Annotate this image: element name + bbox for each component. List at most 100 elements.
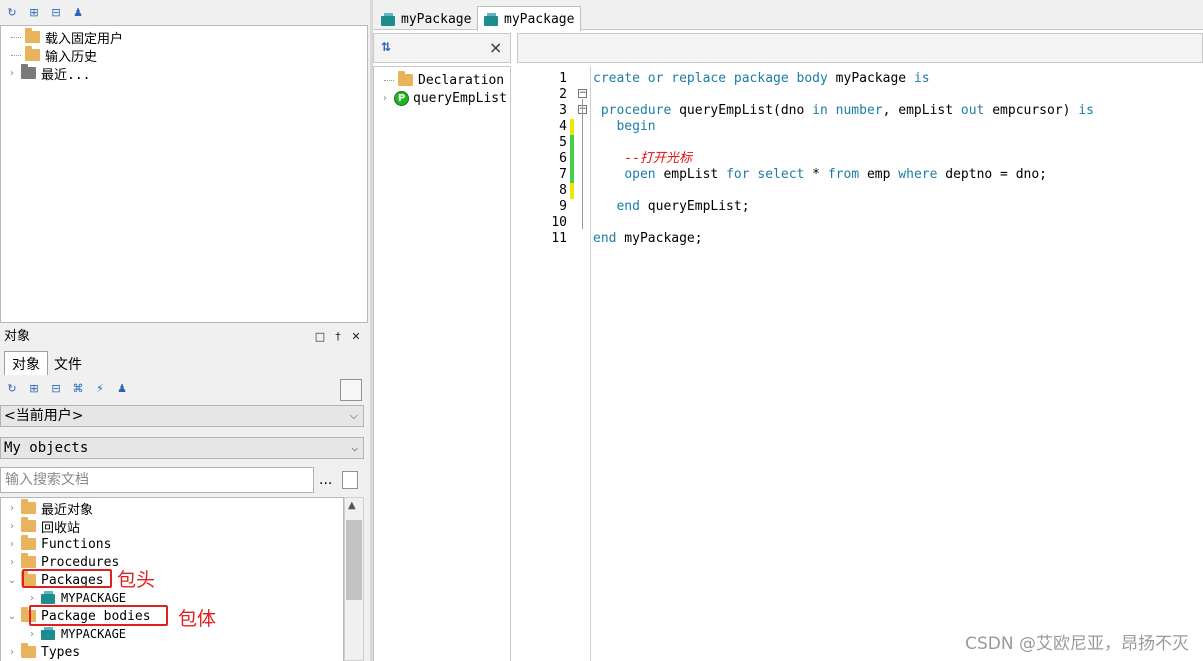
history-toolbar: ↻ ⊞ ⊟ ♟ — [0, 2, 370, 22]
objects-toolbar: ↻ ⊞ ⊟ ⌘ ⚡ ♟ — [0, 378, 370, 398]
folder-icon — [25, 46, 40, 61]
refresh-icon[interactable]: ↻ — [4, 380, 20, 396]
chevron-right-icon[interactable]: › — [7, 539, 17, 550]
highlight-box-package-bodies — [29, 605, 168, 626]
line-number: 2 — [559, 87, 567, 102]
tab-objects[interactable]: 对象 — [4, 351, 48, 375]
watermark: CSDN @艾欧尼亚，昂扬不灭 — [965, 634, 1189, 654]
package-icon — [381, 13, 397, 26]
compile-icon[interactable]: ⚡ — [92, 380, 108, 396]
folder-icon — [25, 28, 40, 43]
line-number: 6 — [559, 151, 567, 166]
user-icon[interactable]: ♟ — [114, 380, 130, 396]
tree-item-functions[interactable]: › Functions — [7, 535, 111, 553]
code-line-11: end myPackage; — [593, 231, 703, 246]
folder-icon — [21, 499, 36, 514]
maximize-icon[interactable]: □ — [314, 330, 326, 343]
search-input[interactable] — [0, 467, 314, 493]
search-more-button[interactable]: ... — [319, 472, 332, 488]
chevron-right-icon[interactable]: › — [27, 629, 37, 640]
line-number: 10 — [551, 215, 567, 230]
tree-item-fixed-users[interactable]: 载入固定用户 — [11, 28, 123, 47]
chevron-down-icon[interactable]: ⌄ — [7, 575, 17, 586]
code-line-6: --打开光标 — [624, 151, 692, 166]
tree-item-package-body[interactable]: › MYPACKAGE — [27, 625, 126, 643]
fold-toggle-icon[interactable]: − — [578, 89, 587, 98]
close-icon[interactable]: ✕ — [350, 330, 362, 343]
line-number: 8 — [559, 183, 567, 198]
tab-package-body[interactable]: myPackage — [477, 6, 582, 31]
code-line-1: create or replace package body myPackage… — [593, 71, 930, 86]
filter-select[interactable]: My objects ⌵ — [0, 437, 364, 459]
structure-item-declaration[interactable]: Declaration — [384, 71, 504, 89]
objects-scrollbar[interactable]: ▲ — [344, 497, 364, 661]
fold-guide — [582, 99, 583, 229]
close-icon[interactable]: × — [489, 38, 502, 57]
editor-toolbar — [517, 33, 1203, 63]
change-marker-modified — [570, 183, 574, 199]
chevron-down-icon: ⌵ — [351, 441, 358, 454]
chevron-right-icon[interactable]: › — [7, 68, 17, 79]
structure-tree: Declaration › P queryEmpList — [373, 66, 511, 661]
tab-package-spec[interactable]: myPackage — [375, 8, 477, 30]
scroll-up-icon[interactable]: ▲ — [348, 500, 356, 511]
code-line-4: begin — [616, 119, 656, 134]
folder-icon — [398, 71, 413, 86]
tree-item-input-history[interactable]: 输入历史 — [11, 46, 97, 65]
structure-item-procedure[interactable]: › P queryEmpList — [380, 89, 507, 107]
chevron-right-icon[interactable]: › — [7, 557, 17, 568]
tree-item-types[interactable]: › Types — [7, 643, 80, 661]
tree-item-recent-objects[interactable]: › 最近对象 — [7, 499, 93, 518]
folder-icon — [21, 64, 36, 79]
scrollbar-thumb[interactable] — [346, 520, 362, 600]
binoculars-icon[interactable]: ⌘ — [70, 380, 86, 396]
editor-tabbar: myPackage myPackage — [373, 0, 1203, 31]
user-icon[interactable]: ♟ — [70, 4, 86, 20]
pin-icon[interactable]: † — [332, 330, 344, 343]
chevron-right-icon[interactable]: › — [7, 521, 17, 532]
change-marker-saved — [570, 167, 574, 183]
line-number: 4 — [559, 119, 567, 134]
tree-item-recent[interactable]: › 最近... — [7, 64, 90, 83]
sort-icon[interactable]: ⇅ — [381, 40, 391, 54]
chevron-down-icon[interactable]: ⌄ — [7, 611, 17, 622]
change-marker-modified — [570, 119, 574, 135]
line-number: 3 — [559, 103, 567, 118]
line-number: 7 — [559, 167, 567, 182]
folder-icon — [21, 517, 36, 532]
line-number: 11 — [551, 231, 567, 246]
panel-window-buttons: □ † ✕ — [314, 330, 362, 343]
tab-files[interactable]: 文件 — [48, 353, 88, 375]
collapse-all-icon[interactable]: ⊟ — [48, 4, 64, 20]
chevron-right-icon[interactable]: › — [7, 503, 17, 514]
highlight-box-packages — [22, 569, 112, 588]
structure-toolbar: ⇅ × — [373, 33, 511, 63]
expand-all-icon[interactable]: ⊞ — [26, 4, 42, 20]
new-document-icon[interactable] — [342, 471, 358, 489]
line-number: 1 — [559, 71, 567, 86]
objects-tabs: 对象 文件 — [4, 351, 88, 375]
chevron-right-icon[interactable]: › — [7, 647, 17, 658]
package-body-icon — [484, 13, 500, 26]
change-marker-saved — [570, 135, 574, 151]
annotation-package-spec: 包头 — [117, 569, 156, 591]
change-marker-saved — [570, 151, 574, 167]
code-line-3: procedure queryEmpList(dno in number, em… — [600, 103, 1094, 118]
line-number: 9 — [559, 199, 567, 214]
code-line-9: end queryEmpList; — [616, 199, 750, 214]
collapse-all-icon[interactable]: ⊟ — [48, 380, 64, 396]
folder-icon — [21, 553, 36, 568]
chevron-right-icon[interactable]: › — [27, 593, 37, 604]
user-select[interactable]: <当前用户> ⌵ — [0, 405, 364, 427]
tree-item-recycle-bin[interactable]: › 回收站 — [7, 517, 80, 536]
chevron-down-icon: ⌵ — [349, 409, 358, 422]
left-panel: ↻ ⊞ ⊟ ♟ 载入固定用户 输入历史 › 最近... 对象 □ † ✕ 对象 … — [0, 0, 370, 661]
package-body-icon — [41, 627, 57, 641]
color-button[interactable] — [340, 379, 362, 401]
procedure-icon: P — [394, 90, 409, 106]
expand-all-icon[interactable]: ⊞ — [26, 380, 42, 396]
package-icon — [41, 591, 57, 605]
chevron-right-icon[interactable]: › — [380, 93, 390, 104]
refresh-icon[interactable]: ↻ — [4, 4, 20, 20]
history-tree: 载入固定用户 输入历史 › 最近... — [0, 25, 368, 323]
